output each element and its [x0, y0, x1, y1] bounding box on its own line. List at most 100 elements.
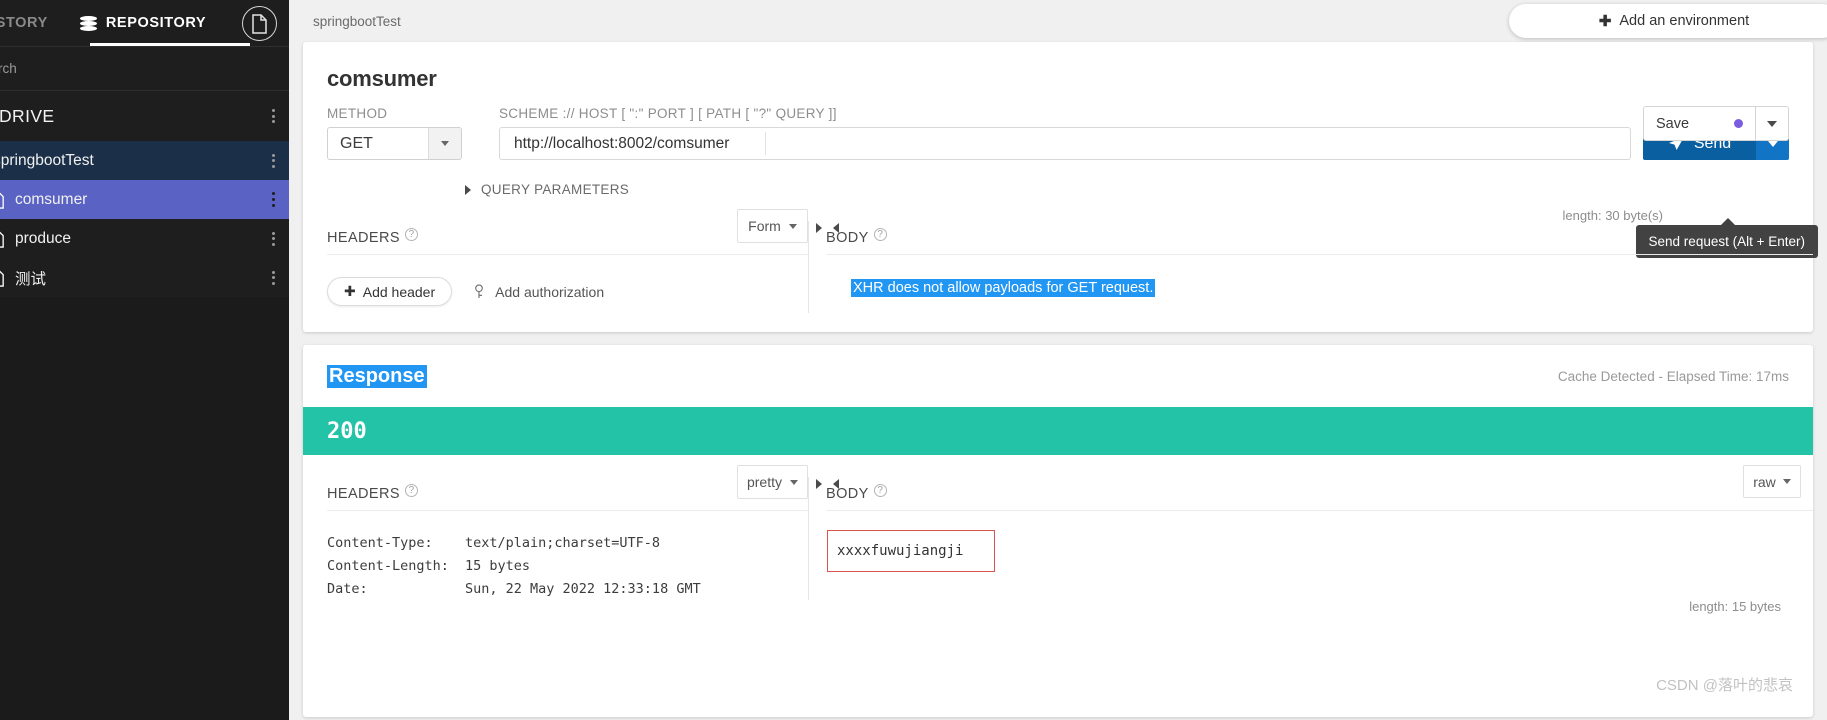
request-headers-actions: ✚ Add header Add authorization	[327, 255, 808, 306]
save-button-group: Save	[1643, 106, 1789, 141]
add-environment-label: Add an environment	[1619, 13, 1749, 29]
sidebar-tab-history[interactable]: HISTORY	[0, 0, 64, 46]
response-body-view-value: raw	[1753, 474, 1776, 490]
response-title: Response	[327, 365, 427, 388]
header-key: Content-Length:	[327, 558, 465, 574]
request-headers-label: HEADERS	[327, 230, 400, 246]
my-drive-menu-icon[interactable]	[272, 109, 275, 123]
chevron-down-icon	[789, 224, 797, 229]
request-body-head: BODY ?	[826, 221, 1813, 255]
xhr-warning-message: XHR does not allow payloads for GET requ…	[851, 279, 1155, 297]
table-row: Content-Length: 15 bytes	[327, 554, 808, 577]
sidebar-item-produce-label: produce	[15, 230, 71, 248]
url-segment-divider	[765, 132, 766, 155]
sidebar-tab-history-label: HISTORY	[0, 0, 48, 46]
header-value: Sun, 22 May 2022 12:33:18 GMT	[465, 581, 701, 597]
sidebar-item-comsumer-label: comsumer	[15, 191, 87, 209]
save-button[interactable]: Save	[1643, 106, 1756, 141]
query-parameters-label: QUERY PARAMETERS	[481, 182, 629, 197]
sidebar-item-springboottest[interactable]: springbootTest	[0, 141, 289, 180]
header-key: Date:	[327, 581, 465, 597]
breadcrumb[interactable]: springbootTest	[313, 14, 401, 29]
sidebar-tabs: HISTORY REPOSITORY	[0, 0, 289, 47]
request-body-pane: BODY ? XHR does not allow payloads for G…	[808, 221, 1813, 313]
sidebar-item-comsumer-menu-icon[interactable]	[272, 192, 275, 207]
expand-right-icon[interactable]	[816, 223, 822, 233]
sidebar-search[interactable]	[0, 47, 289, 91]
response-headers-pane: HEADERS ? pretty Content-Type: text/plai…	[303, 477, 808, 600]
response-panes: HEADERS ? pretty Content-Type: text/plai…	[303, 477, 1813, 600]
watermark: CSDN @落叶的悲哀	[1656, 674, 1793, 695]
sidebar-item-comsumer[interactable]: comsumer	[0, 180, 289, 219]
question-circle-icon[interactable]: ?	[874, 228, 887, 241]
url-value: http://localhost:8002/comsumer	[500, 135, 729, 153]
response-body-value: xxxxfuwujiangji	[837, 543, 963, 559]
sidebar-top-block: HISTORY REPOSITORY MY DRIVE	[0, 0, 289, 297]
sidebar-tab-repository-label: REPOSITORY	[106, 0, 206, 46]
request-headers-pane: HEADERS ? Form ✚ Add header	[303, 221, 808, 313]
request-headers-view-select[interactable]: Form	[737, 209, 808, 243]
add-header-button[interactable]: ✚ Add header	[327, 277, 452, 306]
database-icon	[80, 16, 97, 31]
response-headers-table: Content-Type: text/plain;charset=UTF-8 C…	[327, 511, 808, 600]
response-body-label: BODY	[826, 486, 869, 502]
method-dropdown-arrow[interactable]	[428, 128, 461, 159]
new-document-button[interactable]	[242, 6, 277, 41]
query-parameters-toggle[interactable]: QUERY PARAMETERS	[303, 160, 1813, 197]
request-inputs-row: GET http://localhost:8002/comsumer Send	[303, 121, 1813, 160]
expand-right-icon[interactable]	[816, 479, 822, 489]
sidebar-empty-area	[0, 297, 289, 720]
request-file-icon	[0, 230, 5, 248]
method-select[interactable]: GET	[327, 127, 462, 160]
save-dropdown-button[interactable]	[1756, 106, 1789, 141]
header-key: Content-Type:	[327, 535, 465, 551]
search-input[interactable]	[0, 61, 263, 76]
request-panes: HEADERS ? Form ✚ Add header	[303, 221, 1813, 313]
header-value: 15 bytes	[465, 558, 530, 574]
sidebar-item-produce-menu-icon[interactable]	[272, 232, 275, 246]
topbar: springbootTest ✚ Add an environment	[289, 0, 1827, 42]
plus-icon: ✚	[1599, 12, 1612, 30]
header-value: text/plain;charset=UTF-8	[465, 535, 660, 551]
response-headers-head: HEADERS ? pretty	[327, 477, 808, 511]
response-headers-view-value: pretty	[747, 474, 782, 490]
method-label: METHOD	[327, 106, 499, 121]
response-body-view-select[interactable]: raw	[1743, 465, 1801, 498]
response-header: Response Cache Detected - Elapsed Time: …	[303, 345, 1813, 407]
question-circle-icon[interactable]: ?	[874, 484, 887, 497]
request-card: comsumer Save METHOD SCHEME :// HOST [ "…	[303, 42, 1813, 332]
request-body-label: BODY	[826, 230, 869, 246]
table-row: Date: Sun, 22 May 2022 12:33:18 GMT	[327, 577, 808, 600]
plus-icon: ✚	[344, 283, 356, 300]
add-header-label: Add header	[363, 284, 435, 300]
response-body-head: BODY ? raw	[826, 477, 1813, 511]
request-file-icon	[0, 269, 5, 287]
my-drive-header: MY DRIVE	[0, 91, 289, 141]
add-authorization-button[interactable]: Add authorization	[474, 284, 604, 300]
my-drive-label: MY DRIVE	[0, 106, 54, 127]
add-environment-button[interactable]: ✚ Add an environment	[1509, 4, 1827, 38]
app-root: HISTORY REPOSITORY MY DRIVE	[0, 0, 1827, 720]
status-code: 200	[327, 419, 367, 444]
sidebar-item-ceshi[interactable]: 测试	[0, 258, 289, 297]
question-circle-icon[interactable]: ?	[405, 484, 418, 497]
sidebar-item-produce[interactable]: produce	[0, 219, 289, 258]
sidebar-item-springboottest-label: springbootTest	[0, 152, 94, 170]
sidebar-tab-repository[interactable]: REPOSITORY	[64, 0, 222, 46]
question-circle-icon[interactable]: ?	[405, 228, 418, 241]
sidebar-item-springboottest-menu-icon[interactable]	[272, 154, 275, 168]
response-card: Response Cache Detected - Elapsed Time: …	[303, 345, 1813, 717]
request-headers-view-value: Form	[748, 218, 781, 234]
response-body-value-box[interactable]: xxxxfuwujiangji	[827, 530, 995, 572]
url-label: SCHEME :// HOST [ ":" PORT ] [ PATH [ "?…	[499, 106, 837, 121]
request-body-content: XHR does not allow payloads for GET requ…	[826, 255, 1813, 297]
sidebar: HISTORY REPOSITORY MY DRIVE	[0, 0, 289, 720]
response-headers-view-select[interactable]: pretty	[737, 465, 808, 499]
sidebar-item-ceshi-menu-icon[interactable]	[272, 271, 275, 285]
request-field-labels: METHOD SCHEME :// HOST [ ":" PORT ] [ PA…	[303, 92, 1813, 121]
chevron-down-icon	[1783, 479, 1791, 484]
table-row: Content-Type: text/plain;charset=UTF-8	[327, 531, 808, 554]
url-input[interactable]: http://localhost:8002/comsumer	[499, 127, 1631, 160]
response-headers-label: HEADERS	[327, 486, 400, 502]
unsaved-changes-dot	[1734, 119, 1743, 128]
